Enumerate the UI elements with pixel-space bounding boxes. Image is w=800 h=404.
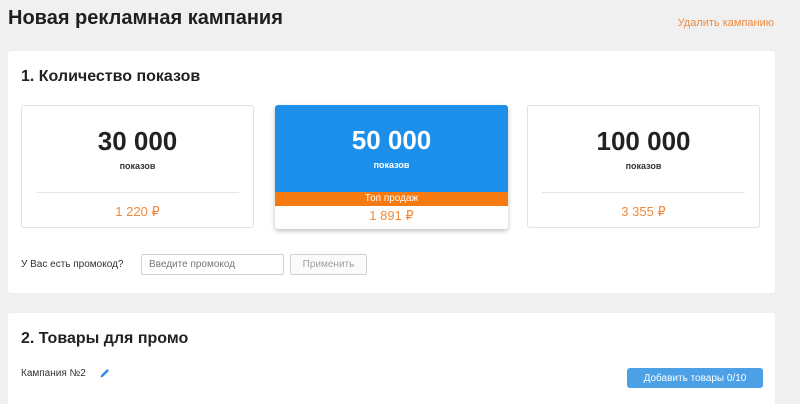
tier-count: 30 000 xyxy=(97,126,178,156)
tier-divider xyxy=(36,192,239,193)
impressions-section: 1. Количество показов 30 000 показов 1 2… xyxy=(8,51,775,293)
tier-option-30000[interactable]: 30 000 показов 1 220 ₽ xyxy=(21,105,254,228)
tier-price: 3 355 ₽ xyxy=(621,204,666,219)
tier-price: 1 891 ₽ xyxy=(369,208,414,223)
tier-price: 1 220 ₽ xyxy=(115,204,160,219)
tier-count: 100 000 xyxy=(596,126,691,156)
tier-unit: показов xyxy=(625,161,662,171)
tier-divider xyxy=(542,192,745,193)
tier-option-50000[interactable]: 50 000 показов Топ продаж 1 891 ₽ xyxy=(275,105,508,229)
campaign-name: Кампания №2 xyxy=(21,368,86,379)
top-sales-badge: Топ продаж xyxy=(275,192,508,206)
tier-count: 50 000 xyxy=(351,125,432,155)
pencil-icon[interactable] xyxy=(99,366,111,378)
delete-campaign-link[interactable]: Удалить кампанию xyxy=(678,17,774,29)
goods-section-title: 2. Товары для промо xyxy=(21,330,189,347)
apply-promo-button[interactable]: Применить xyxy=(290,254,367,275)
impressions-section-title: 1. Количество показов xyxy=(21,68,201,85)
tier-option-100000[interactable]: 100 000 показов 3 355 ₽ xyxy=(527,105,760,228)
tier-unit: показов xyxy=(119,161,156,171)
tier-unit: показов xyxy=(373,160,410,170)
add-goods-button[interactable]: Добавить товары 0/10 xyxy=(627,368,763,388)
goods-section: 2. Товары для промо Кампания №2 Добавить… xyxy=(8,313,775,404)
page-title: Новая рекламная кампания xyxy=(8,7,283,29)
promo-label: У Вас есть промокод? xyxy=(21,259,124,270)
promo-code-input[interactable] xyxy=(141,254,284,275)
